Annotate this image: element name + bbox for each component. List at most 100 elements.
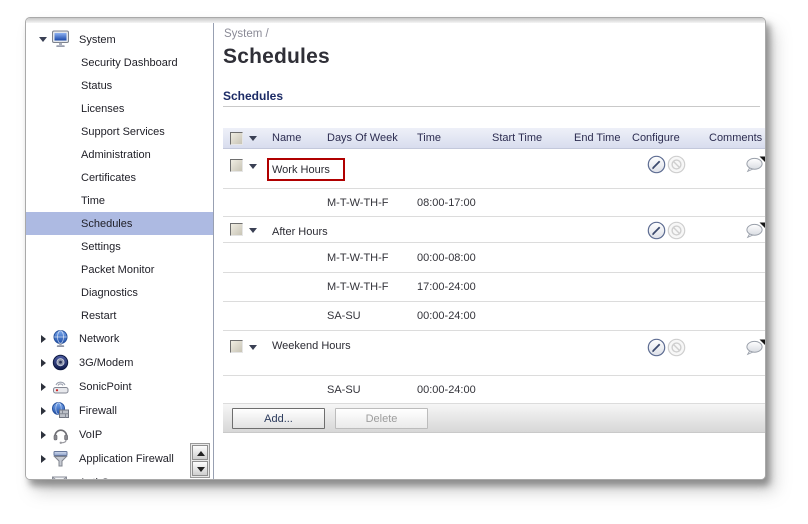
table-header-row: Name Days Of Week Time Start Time End Ti… (223, 128, 766, 149)
sidebar-item-label: Administration (81, 149, 151, 161)
sidebar-item-label: Packet Monitor (81, 264, 154, 276)
section-title: Schedules (223, 89, 760, 107)
sidebar-item-label: Firewall (79, 405, 117, 417)
column-header-time: Time (417, 128, 441, 149)
column-header-days: Days Of Week (327, 128, 398, 149)
entry-time: 00:00-24:00 (417, 376, 476, 403)
entry-time: 00:00-08:00 (417, 243, 476, 272)
globe-icon (51, 329, 71, 348)
monitor-icon (51, 30, 71, 49)
schedule-group-row-work-hours[interactable]: Work Hours (223, 149, 766, 189)
nav-tree: System Security Dashboard Status License… (26, 23, 213, 480)
schedule-name: After Hours (223, 224, 355, 240)
sidebar-item-sonicpoint[interactable]: SonicPoint (26, 375, 213, 399)
sidebar-item-status[interactable]: Status (26, 74, 213, 97)
sidebar-item-label: Schedules (81, 218, 132, 230)
nav-sidebar: System Security Dashboard Status License… (26, 23, 214, 479)
sidebar-item-label: SonicPoint (79, 381, 132, 393)
header-dropdown-icon[interactable] (249, 136, 257, 141)
sidebar-item-label: Certificates (81, 172, 136, 184)
sidebar-item-label: Application Firewall (79, 453, 174, 465)
entry-days: SA-SU (327, 376, 361, 403)
schedule-entry-row: M-T-W-TH-F 00:00-08:00 (223, 243, 766, 273)
sidebar-item-licenses[interactable]: Licenses (26, 97, 213, 120)
delete-button[interactable]: Delete (335, 408, 428, 429)
sidebar-item-label: Licenses (81, 103, 124, 115)
chevron-right-icon[interactable] (41, 359, 46, 367)
entry-time: 00:00-24:00 (417, 302, 476, 330)
sidebar-item-network[interactable]: Network (26, 327, 213, 351)
funnel-icon (51, 449, 71, 468)
column-header-start-time: Start Time (492, 128, 542, 149)
sidebar-item-schedules-selected[interactable]: Schedules (26, 212, 213, 235)
sidebar-item-diagnostics[interactable]: Diagnostics (26, 281, 213, 304)
sidebar-scroll-widget (190, 443, 210, 478)
sidebar-item-label: Diagnostics (81, 287, 138, 299)
column-header-name: Name (272, 128, 301, 149)
sidebar-item-firewall[interactable]: Firewall (26, 399, 213, 423)
sidebar-item-label: Support Services (81, 126, 165, 138)
scroll-up-button[interactable] (192, 445, 208, 460)
page-title: Schedules (223, 45, 330, 69)
chevron-right-icon[interactable] (41, 431, 46, 439)
chevron-right-icon[interactable] (41, 479, 46, 480)
comment-bubble-icon[interactable] (745, 156, 766, 173)
schedule-entry-row: SA-SU 00:00-24:00 (223, 302, 766, 331)
sidebar-item-voip[interactable]: VoIP (26, 423, 213, 447)
disable-icon[interactable] (667, 221, 686, 240)
sidebar-item-packet-monitor[interactable]: Packet Monitor (26, 258, 213, 281)
disable-icon[interactable] (667, 155, 686, 174)
edit-icon[interactable] (647, 155, 666, 174)
sidebar-item-restart[interactable]: Restart (26, 304, 213, 327)
chevron-right-icon[interactable] (41, 335, 46, 343)
sidebar-item-settings[interactable]: Settings (26, 235, 213, 258)
sidebar-item-label: Time (81, 195, 105, 207)
app-window: System Security Dashboard Status License… (25, 17, 766, 480)
schedule-group-row-after-hours[interactable]: After Hours (223, 217, 766, 243)
triangle-up-icon (197, 451, 205, 456)
chevron-right-icon[interactable] (41, 383, 46, 391)
comment-bubble-icon[interactable] (745, 222, 766, 239)
sidebar-item-security-dashboard[interactable]: Security Dashboard (26, 51, 213, 74)
entry-time: 17:00-24:00 (417, 273, 476, 301)
entry-time: 08:00-17:00 (417, 189, 476, 216)
schedule-group-row-weekend-hours[interactable]: Weekend Hours (223, 331, 766, 376)
column-header-configure: Configure (632, 128, 680, 149)
sidebar-item-label: VoIP (79, 429, 102, 441)
chevron-right-icon[interactable] (41, 407, 46, 415)
disable-icon[interactable] (667, 338, 686, 357)
schedule-name: Weekend Hours (223, 338, 355, 354)
sidebar-item-label: System (79, 34, 116, 46)
sidebar-item-label: Network (79, 333, 119, 345)
main-content: System / Schedules Schedules Name Days O… (215, 23, 765, 479)
sidebar-item-certificates[interactable]: Certificates (26, 166, 213, 189)
sidebar-item-administration[interactable]: Administration (26, 143, 213, 166)
sidebar-item-label: Anti-Spam (79, 477, 130, 480)
entry-days: M-T-W-TH-F (327, 243, 389, 272)
add-button[interactable]: Add... (232, 408, 325, 429)
sidebar-item-3g-modem[interactable]: 3G/Modem (26, 351, 213, 375)
entry-days: M-T-W-TH-F (327, 189, 389, 216)
sidebar-item-time[interactable]: Time (26, 189, 213, 212)
headset-icon (51, 425, 71, 444)
select-all-checkbox[interactable] (230, 132, 243, 145)
firewall-globe-icon (51, 401, 71, 420)
access-point-icon (51, 377, 71, 396)
scroll-down-button[interactable] (192, 461, 208, 476)
edit-icon[interactable] (647, 338, 666, 357)
comment-bubble-icon[interactable] (745, 339, 766, 356)
edit-icon[interactable] (647, 221, 666, 240)
sidebar-item-support-services[interactable]: Support Services (26, 120, 213, 143)
schedule-entry-row: M-T-W-TH-F 17:00-24:00 (223, 273, 766, 302)
sidebar-item-label: Status (81, 80, 112, 92)
sidebar-item-application-firewall[interactable]: Application Firewall (26, 447, 213, 471)
breadcrumb: System / (224, 28, 269, 40)
sidebar-item-system[interactable]: System (26, 28, 213, 51)
chevron-down-icon[interactable] (39, 37, 47, 42)
entry-days: M-T-W-TH-F (327, 273, 389, 301)
chevron-right-icon[interactable] (41, 455, 46, 463)
schedule-entry-row: M-T-W-TH-F 08:00-17:00 (223, 189, 766, 217)
table-footer-bar: Add... Delete (223, 404, 766, 433)
sidebar-item-anti-spam[interactable]: Anti-Spam (26, 471, 213, 480)
column-header-comments: Comments (709, 128, 762, 149)
